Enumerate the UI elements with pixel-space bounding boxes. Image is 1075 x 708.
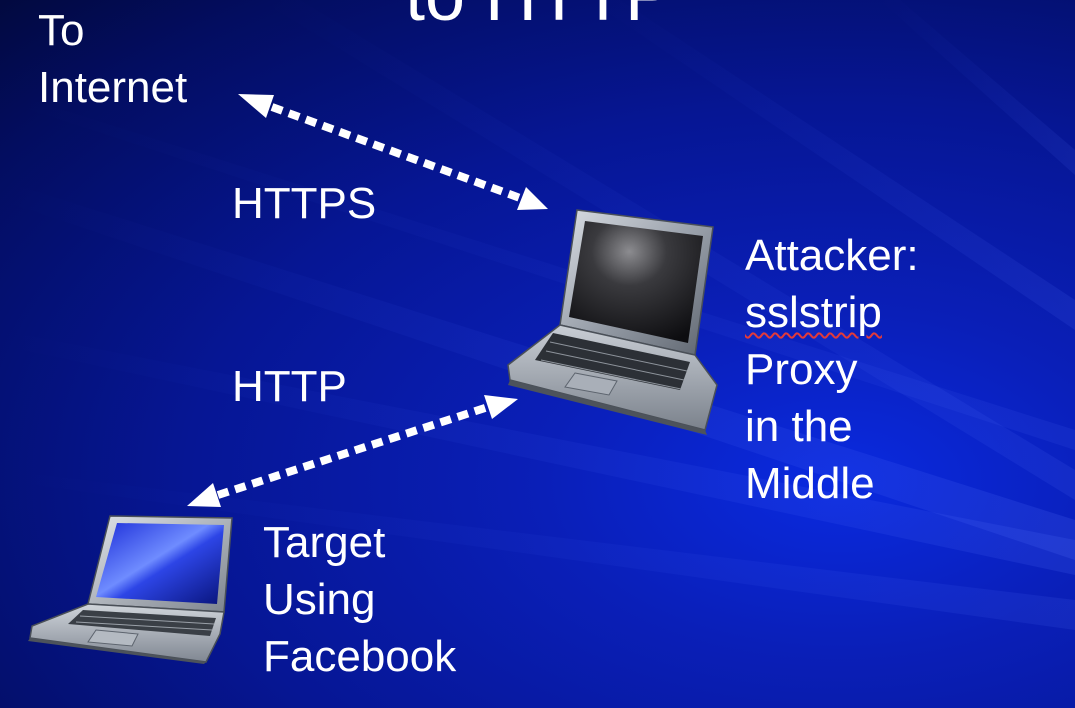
attacker-label: Attacker: sslstrip Proxy in the Middle xyxy=(745,227,919,512)
internet-label-line-2: Internet xyxy=(38,63,188,112)
target-label-line-2: Using xyxy=(263,575,376,624)
attacker-label-line-4: in the xyxy=(745,402,853,451)
attacker-label-line-3: Proxy xyxy=(745,345,858,394)
target-label-line-3: Facebook xyxy=(263,632,457,681)
target-label: Target Using Facebook xyxy=(263,514,456,685)
slide-title-fragment: to HTTP xyxy=(405,0,673,32)
attacker-label-line-1: Attacker: xyxy=(745,231,919,280)
attacker-label-line-2: sslstrip xyxy=(745,288,882,337)
https-link-label: HTTPS xyxy=(232,179,377,228)
http-link-label: HTTP xyxy=(232,362,347,411)
target-label-line-1: Target xyxy=(263,518,386,567)
internet-label-line-1: To xyxy=(38,6,85,55)
slide: to HTTP To Internet HTTPS HTTP Attacker:… xyxy=(0,0,1075,708)
target-laptop-icon xyxy=(28,515,233,664)
internet-label: To Internet xyxy=(38,2,187,116)
attacker-label-line-5: Middle xyxy=(745,459,875,508)
attacker-laptop-icon xyxy=(507,209,718,435)
